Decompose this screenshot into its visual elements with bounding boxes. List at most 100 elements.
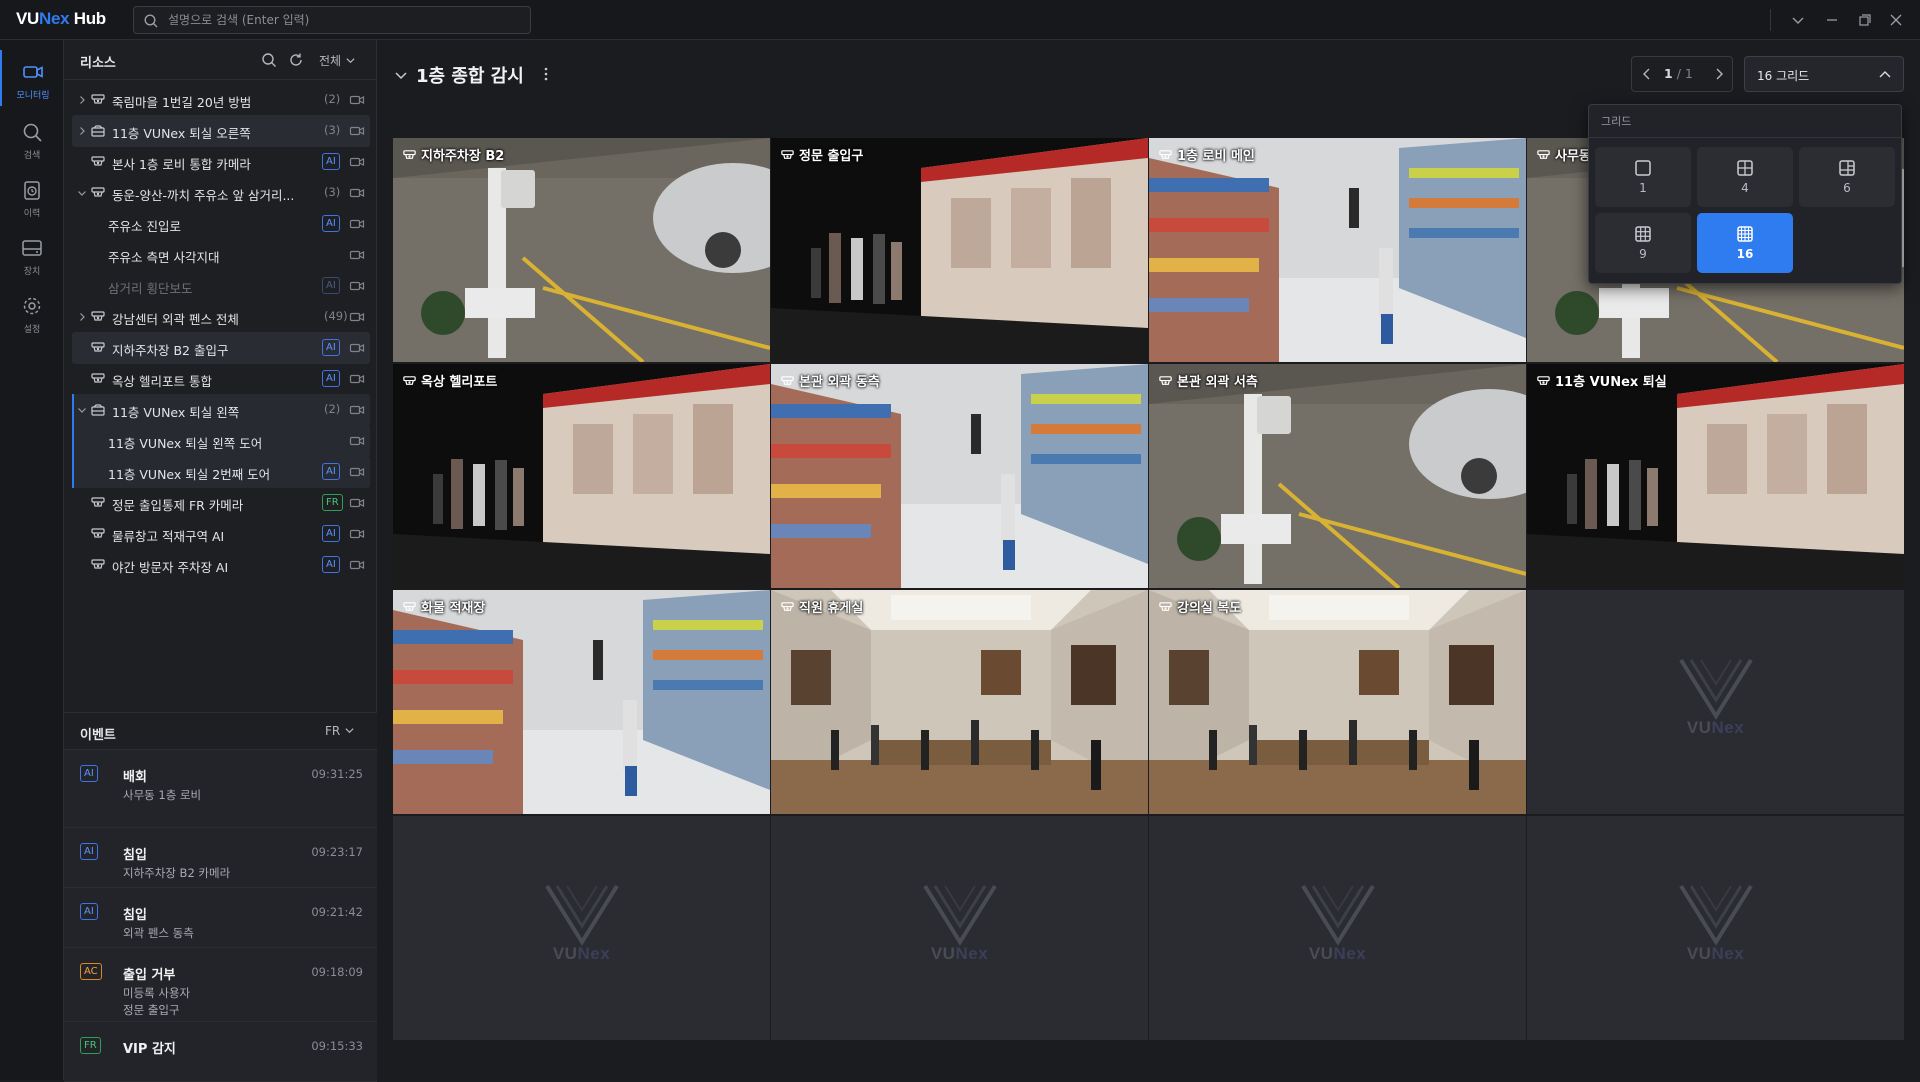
- video-icon[interactable]: [349, 557, 365, 573]
- camera-tile[interactable]: 11층 VUNex 퇴실: [1527, 364, 1904, 588]
- camera-tile[interactable]: 직원 휴게실: [771, 590, 1148, 814]
- chevron-right-icon[interactable]: [76, 311, 88, 323]
- rail-settings[interactable]: 설정: [0, 284, 64, 340]
- event-filter-dropdown[interactable]: FR: [325, 724, 355, 738]
- event-item[interactable]: AI 침입 09:21:42 외곽 펜스 동측: [64, 888, 377, 948]
- camera-group-icon: [1537, 376, 1550, 385]
- camera-tile[interactable]: 본관 외곽 동측: [771, 364, 1148, 588]
- resource-name: 동운-양산-까치 주유소 앞 삼거리...: [112, 188, 295, 203]
- resource-filter-dropdown[interactable]: 전체: [319, 52, 356, 69]
- popover-divider: [1589, 137, 1901, 138]
- grid-option-6[interactable]: 6: [1799, 147, 1895, 207]
- video-icon[interactable]: [349, 216, 365, 232]
- resource-item[interactable]: 11층 VUNex 퇴실 오른쪽 (3): [72, 115, 370, 147]
- resource-item[interactable]: 야간 방문자 주차장 AI AI: [72, 549, 370, 581]
- rail-history[interactable]: 이력: [0, 168, 64, 224]
- video-icon[interactable]: [349, 464, 365, 480]
- search-icon[interactable]: [260, 51, 278, 69]
- video-icon[interactable]: [349, 247, 365, 263]
- camera-tile[interactable]: 강의실 복도: [1149, 590, 1526, 814]
- empty-video-slot[interactable]: VUNex: [771, 816, 1148, 1040]
- storage-icon: [22, 240, 42, 256]
- empty-video-slot[interactable]: VUNex: [1527, 590, 1904, 814]
- camera-tile[interactable]: 옥상 헬리포트: [393, 364, 770, 588]
- chevron-right-icon[interactable]: [1712, 67, 1726, 81]
- gear-icon: [23, 297, 41, 315]
- empty-video-slot[interactable]: VUNex: [1149, 816, 1526, 1040]
- video-icon[interactable]: [349, 185, 365, 201]
- video-icon[interactable]: [349, 340, 365, 356]
- rail-devices[interactable]: 장치: [0, 226, 64, 282]
- refresh-icon[interactable]: [287, 51, 305, 69]
- video-icon[interactable]: [349, 495, 365, 511]
- camera-tile[interactable]: 화물 적재장: [393, 590, 770, 814]
- search-icon: [144, 14, 158, 28]
- chevron-right-icon[interactable]: [76, 94, 88, 106]
- camera-group-icon: [90, 92, 106, 108]
- camera-label: 지하주차장 B2: [402, 145, 504, 164]
- chevron-left-icon[interactable]: [1640, 67, 1654, 81]
- resource-item[interactable]: 11층 VUNex 퇴실 왼쪽 (2): [72, 394, 370, 426]
- resource-item[interactable]: 옥상 헬리포트 통합 AI: [72, 363, 370, 395]
- video-icon[interactable]: [349, 433, 365, 449]
- chevron-down-icon[interactable]: [76, 187, 88, 199]
- resource-item[interactable]: 강남센터 외곽 펜스 전체 (49): [72, 301, 370, 333]
- camera-tile[interactable]: 1층 로비 메인: [1149, 138, 1526, 362]
- camera-label: 본관 외곽 서측: [1158, 371, 1258, 390]
- grid-layout-select[interactable]: 16 그리드: [1744, 56, 1904, 92]
- event-item[interactable]: AI 배회 09:31:25 사무동 1층 로비: [64, 750, 377, 828]
- video-icon[interactable]: [349, 309, 365, 325]
- camera-tile[interactable]: 지하주차장 B2: [393, 138, 770, 362]
- resource-count: (49): [324, 309, 348, 323]
- video-icon[interactable]: [349, 526, 365, 542]
- resource-item[interactable]: 11층 VUNex 퇴실 2번째 도어 AI: [72, 456, 370, 488]
- empty-video-slot[interactable]: VUNex: [393, 816, 770, 1040]
- chevron-down-icon: [346, 58, 355, 64]
- search-box[interactable]: [133, 6, 531, 34]
- chevron-down-icon[interactable]: [394, 68, 408, 82]
- chevron-down-icon[interactable]: [1788, 10, 1808, 30]
- resource-item[interactable]: 죽림마을 1번길 20년 방범 (2): [72, 84, 370, 116]
- video-icon[interactable]: [349, 154, 365, 170]
- camera-tile[interactable]: 본관 외곽 서측: [1149, 364, 1526, 588]
- resource-item[interactable]: 삼거리 횡단보도 AI: [72, 270, 370, 302]
- grid-option-9[interactable]: 9: [1595, 213, 1691, 273]
- event-item[interactable]: AC 출입 거부 09:18:09 미등록 사용자 정문 출입구: [64, 948, 377, 1022]
- camera-label: 11층 VUNex 퇴실: [1536, 371, 1667, 390]
- video-icon[interactable]: [349, 371, 365, 387]
- video-icon[interactable]: [349, 278, 365, 294]
- resource-item[interactable]: 정문 출입통제 FR 카메라 FR: [72, 487, 370, 519]
- camera-icon: [23, 66, 43, 78]
- grid-option-4[interactable]: 4: [1697, 147, 1793, 207]
- grid-option-label: 4: [1741, 181, 1749, 195]
- restore-icon[interactable]: [1855, 10, 1875, 30]
- rail-search[interactable]: 검색: [0, 110, 64, 166]
- resource-name: 물류창고 적재구역 AI: [112, 529, 225, 544]
- empty-video-slot[interactable]: VUNex: [1527, 816, 1904, 1040]
- resource-item[interactable]: 본사 1층 로비 통합 카메라 AI: [72, 146, 370, 178]
- resource-item[interactable]: 지하주차장 B2 출입구 AI: [72, 332, 370, 364]
- video-icon[interactable]: [349, 402, 365, 418]
- chevron-right-icon[interactable]: [76, 125, 88, 137]
- event-item[interactable]: FR VIP 감지 09:15:33: [64, 1022, 377, 1082]
- more-vertical-icon[interactable]: [538, 66, 554, 82]
- search-input[interactable]: [166, 10, 516, 30]
- event-title: 배회: [123, 770, 147, 785]
- resource-item[interactable]: 동운-양산-까치 주유소 앞 삼거리... (3): [72, 177, 370, 209]
- grid-option-1[interactable]: 1: [1595, 147, 1691, 207]
- grid-option-16[interactable]: 16: [1697, 213, 1793, 273]
- event-item[interactable]: AI 침입 09:23:17 지하주차장 B2 카메라: [64, 828, 377, 888]
- video-icon[interactable]: [349, 123, 365, 139]
- camera-tile[interactable]: 정문 출입구: [771, 138, 1148, 362]
- resource-item[interactable]: 주유소 측면 사각지대: [72, 239, 370, 271]
- resource-item[interactable]: 11층 VUNex 퇴실 왼쪽 도어: [72, 425, 370, 457]
- close-icon[interactable]: [1886, 10, 1906, 30]
- resource-item[interactable]: 물류창고 적재구역 AI AI: [72, 518, 370, 550]
- minimize-icon[interactable]: [1822, 10, 1842, 30]
- nav-rail: 모니터링 검색 이력 장치 설정: [0, 40, 64, 1080]
- video-icon[interactable]: [349, 92, 365, 108]
- camera-label: 직원 휴게실: [780, 597, 863, 616]
- rail-monitoring[interactable]: 모니터링: [0, 50, 64, 106]
- chevron-down-icon[interactable]: [76, 404, 88, 416]
- resource-item[interactable]: 주유소 진입로 AI: [72, 208, 370, 240]
